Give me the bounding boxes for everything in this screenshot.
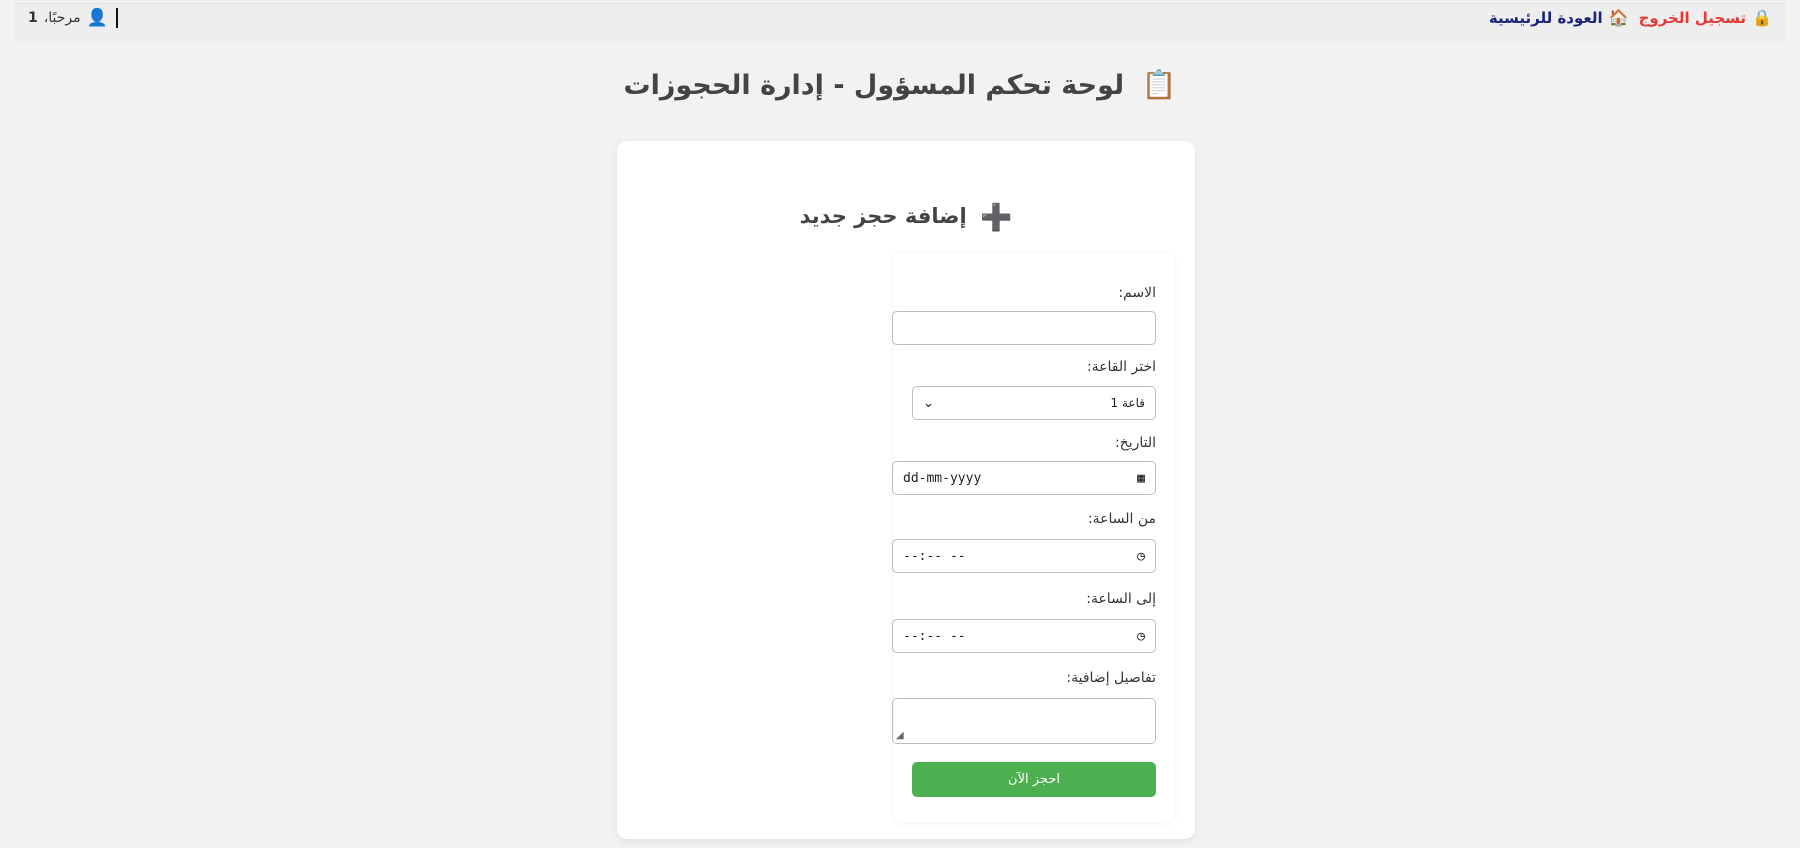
name-input[interactable]	[892, 311, 1156, 345]
logout-label: تسجيل الخروج	[1638, 8, 1747, 27]
name-label: الاسم:	[1118, 285, 1156, 301]
home-link[interactable]: 🏠 العودة للرئيسية	[1489, 8, 1629, 27]
resize-handle-icon[interactable]: ◢	[896, 730, 904, 741]
logout-link[interactable]: 🔒 تسجيل الخروج	[1639, 8, 1772, 27]
to-time-placeholder: --:-- --	[903, 628, 966, 644]
booking-form: الاسم: اختر القاعة: قاعة 1 ⌄ التاريخ: dd…	[892, 253, 1174, 823]
booking-card: ➕ إضافة حجز جديد الاسم: اختر القاعة: قاع…	[617, 141, 1195, 839]
hall-selected-value: قاعة 1	[1110, 396, 1145, 410]
details-label: تفاصيل إضافية:	[1066, 670, 1156, 686]
form-title: ➕ إضافة حجز جديد	[617, 203, 1195, 233]
text-cursor	[115, 8, 118, 28]
date-placeholder: dd-mm-yyyy	[903, 470, 982, 486]
page-title-text: لوحة تحكم المسؤول - إدارة الحجوزات	[623, 70, 1125, 101]
clock-icon[interactable]: ◷	[1137, 629, 1145, 644]
top-navigation-bar: 🔒 تسجيل الخروج 🏠 العودة للرئيسية 👤 مرحبً…	[14, 3, 1786, 42]
calendar-icon[interactable]: ▦	[1137, 471, 1145, 486]
clock-icon[interactable]: ◷	[1137, 549, 1145, 564]
details-textarea[interactable]: ◢	[892, 698, 1156, 744]
book-now-button[interactable]: احجز الآن	[912, 762, 1156, 797]
date-label: التاريخ:	[1114, 435, 1156, 451]
from-time-label: من الساعة:	[1087, 511, 1156, 527]
form-title-text: إضافة حجز جديد	[799, 204, 967, 228]
to-time-input[interactable]: --:-- -- ◷	[892, 619, 1156, 653]
hall-select[interactable]: قاعة 1 ⌄	[912, 386, 1156, 420]
house-icon: 🏠	[1608, 8, 1629, 27]
from-time-placeholder: --:-- --	[903, 548, 966, 564]
lock-icon: 🔒	[1752, 8, 1772, 27]
to-time-label: إلى الساعة:	[1086, 591, 1156, 607]
chevron-down-icon: ⌄	[923, 395, 934, 411]
hall-label: اختر القاعة:	[1086, 359, 1156, 375]
date-input[interactable]: dd-mm-yyyy ▦	[892, 461, 1156, 495]
home-label: العودة للرئيسية	[1488, 8, 1603, 27]
clipboard-icon: 📋	[1141, 68, 1177, 101]
from-time-input[interactable]: --:-- -- ◷	[892, 539, 1156, 573]
welcome-message: 👤 مرحبًا، 1	[28, 8, 118, 28]
welcome-text: مرحبًا،	[43, 10, 81, 26]
plus-icon: ➕	[980, 203, 1013, 233]
user-icon: 👤	[86, 8, 108, 28]
nav-links: 🔒 تسجيل الخروج 🏠 العودة للرئيسية	[1489, 8, 1772, 27]
page-title: 📋 لوحة تحكم المسؤول - إدارة الحجوزات	[0, 68, 1800, 101]
username: 1	[28, 10, 38, 26]
